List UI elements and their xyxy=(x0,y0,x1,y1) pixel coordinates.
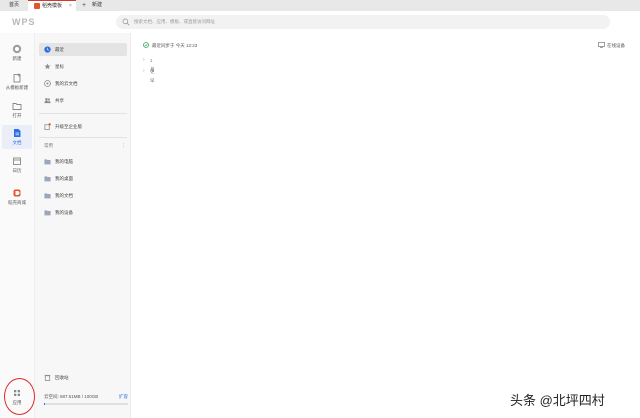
upgrade-label: 升级至企业版 xyxy=(55,124,82,129)
main-content: 最近同步于 今天 12:23 在线设备 › 1月 › 更早 xyxy=(131,33,640,418)
common-section-header: 常用 ⋮ xyxy=(44,141,126,151)
sidebar-item-shared[interactable]: 共享 xyxy=(39,94,127,107)
nav-template-new-label: 从模板新建 xyxy=(5,85,29,90)
sync-icon xyxy=(143,42,149,48)
folder-open-icon xyxy=(12,103,22,110)
annotation-circle xyxy=(4,378,35,415)
common-title: 常用 xyxy=(44,143,53,148)
sidebar-item-my-documents[interactable]: 我的文档 xyxy=(39,189,127,202)
documents-folder-icon xyxy=(44,193,51,199)
desktop-folder-icon xyxy=(44,176,51,182)
docer-store-icon xyxy=(13,189,21,197)
device-folder-icon xyxy=(44,210,51,216)
upgrade-enterprise[interactable]: 升级至企业版 xyxy=(39,120,127,133)
online-devices-button[interactable]: 在线设备 xyxy=(598,41,634,50)
star-icon xyxy=(44,63,51,70)
calendar-icon xyxy=(13,157,21,165)
sidebar-item-label: 我的设备 xyxy=(55,210,73,215)
sidebar-item-label: 我的电脑 xyxy=(55,159,73,164)
sync-status-text: 最近同步于 今天 12:23 xyxy=(152,43,198,48)
device-monitor-icon xyxy=(598,42,605,48)
cloud-storage: 云空间: 687.51MB / 100GB 扩容 xyxy=(44,393,128,407)
left-nav: 新建 从模板新建 打开 文档 日历 稻壳商城 应用 xyxy=(0,33,35,418)
sidebar-item-label: 最近 xyxy=(55,47,64,52)
sidebar-divider xyxy=(39,113,127,114)
sidebar-item-my-desktop[interactable]: 我的桌面 xyxy=(39,172,127,185)
sidebar-item-recent[interactable]: 最近 xyxy=(39,43,127,56)
search-placeholder: 搜索文档、应用、模板、或直接访问网址 xyxy=(134,19,215,24)
nav-calendar[interactable]: 日历 xyxy=(2,153,32,177)
sidebar-item-recycle-bin[interactable]: 回收站 xyxy=(39,371,127,384)
online-devices-label: 在线设备 xyxy=(607,43,625,48)
clock-icon xyxy=(44,46,51,53)
sidebar-item-label: 我的文档 xyxy=(55,193,73,198)
sidebar-item-my-devices[interactable]: 我的设备 xyxy=(39,206,127,219)
nav-open-label: 打开 xyxy=(12,113,22,118)
share-people-icon xyxy=(44,98,51,104)
expand-storage-link[interactable]: 扩容 xyxy=(119,393,128,401)
plus-icon: + xyxy=(82,2,87,9)
chevron-right-icon: › xyxy=(143,57,145,63)
file-sidebar: 最近 星标 我的云文档 共享 升级至企业版 常用 ⋮ 我的电脑 我的桌面 我的文… xyxy=(35,33,131,418)
tab-new-label: 新建 xyxy=(92,2,103,8)
cloud-doc-icon xyxy=(44,80,51,87)
sidebar-item-label: 回收站 xyxy=(55,375,69,380)
computer-folder-icon xyxy=(44,159,51,165)
storage-progress-fill xyxy=(44,403,45,405)
nav-docer-store-label: 稻壳商城 xyxy=(8,200,26,205)
sidebar-item-label: 星标 xyxy=(55,64,64,69)
search-input[interactable]: 搜索文档、应用、模板、或直接访问网址 xyxy=(116,15,610,29)
trash-icon xyxy=(44,374,51,381)
tab-strip: 首页 稻壳模板 × + 新建 xyxy=(0,0,640,11)
nav-new[interactable]: 新建 xyxy=(2,41,32,65)
nav-new-label: 新建 xyxy=(12,56,22,61)
group-label: 更早 xyxy=(150,69,155,83)
nav-documents[interactable]: 文档 xyxy=(2,125,32,149)
nav-template-new[interactable]: 从模板新建 xyxy=(2,70,32,94)
chevron-right-icon: › xyxy=(143,68,145,74)
sidebar-item-label: 我的云文档 xyxy=(55,81,78,86)
storage-progress-bar xyxy=(44,403,128,405)
document-icon xyxy=(14,129,21,137)
watermark: 头条 @北坪四村 xyxy=(510,393,605,408)
plus-circle-icon xyxy=(12,44,22,54)
docer-logo-icon xyxy=(34,3,40,9)
sidebar-item-label: 我的桌面 xyxy=(55,176,73,181)
nav-open[interactable]: 打开 xyxy=(2,98,32,122)
nav-calendar-label: 日历 xyxy=(12,168,22,173)
nav-documents-label: 文档 xyxy=(12,140,22,145)
template-new-icon xyxy=(13,73,21,83)
storage-usage-text: 云空间: 687.51MB / 100GB xyxy=(44,394,99,399)
more-vertical-icon[interactable]: ⋮ xyxy=(121,141,126,151)
sidebar-divider xyxy=(39,137,127,138)
wps-logo: WPS xyxy=(12,17,36,27)
tab-home[interactable]: 首页 xyxy=(0,0,28,11)
tab-new[interactable]: + 新建 xyxy=(82,0,122,11)
header: WPS 搜索文档、应用、模板、或直接访问网址 xyxy=(0,11,640,33)
search-icon xyxy=(122,18,130,26)
tab-docer-template[interactable]: 稻壳模板 × xyxy=(28,0,76,11)
enterprise-upgrade-icon xyxy=(44,123,51,130)
sidebar-item-cloud-docs[interactable]: 我的云文档 xyxy=(39,77,127,90)
sidebar-item-my-computer[interactable]: 我的电脑 xyxy=(39,155,127,168)
sidebar-item-label: 共享 xyxy=(55,98,64,103)
nav-docer-store[interactable]: 稻壳商城 xyxy=(2,185,32,209)
sidebar-item-starred[interactable]: 星标 xyxy=(39,60,127,73)
